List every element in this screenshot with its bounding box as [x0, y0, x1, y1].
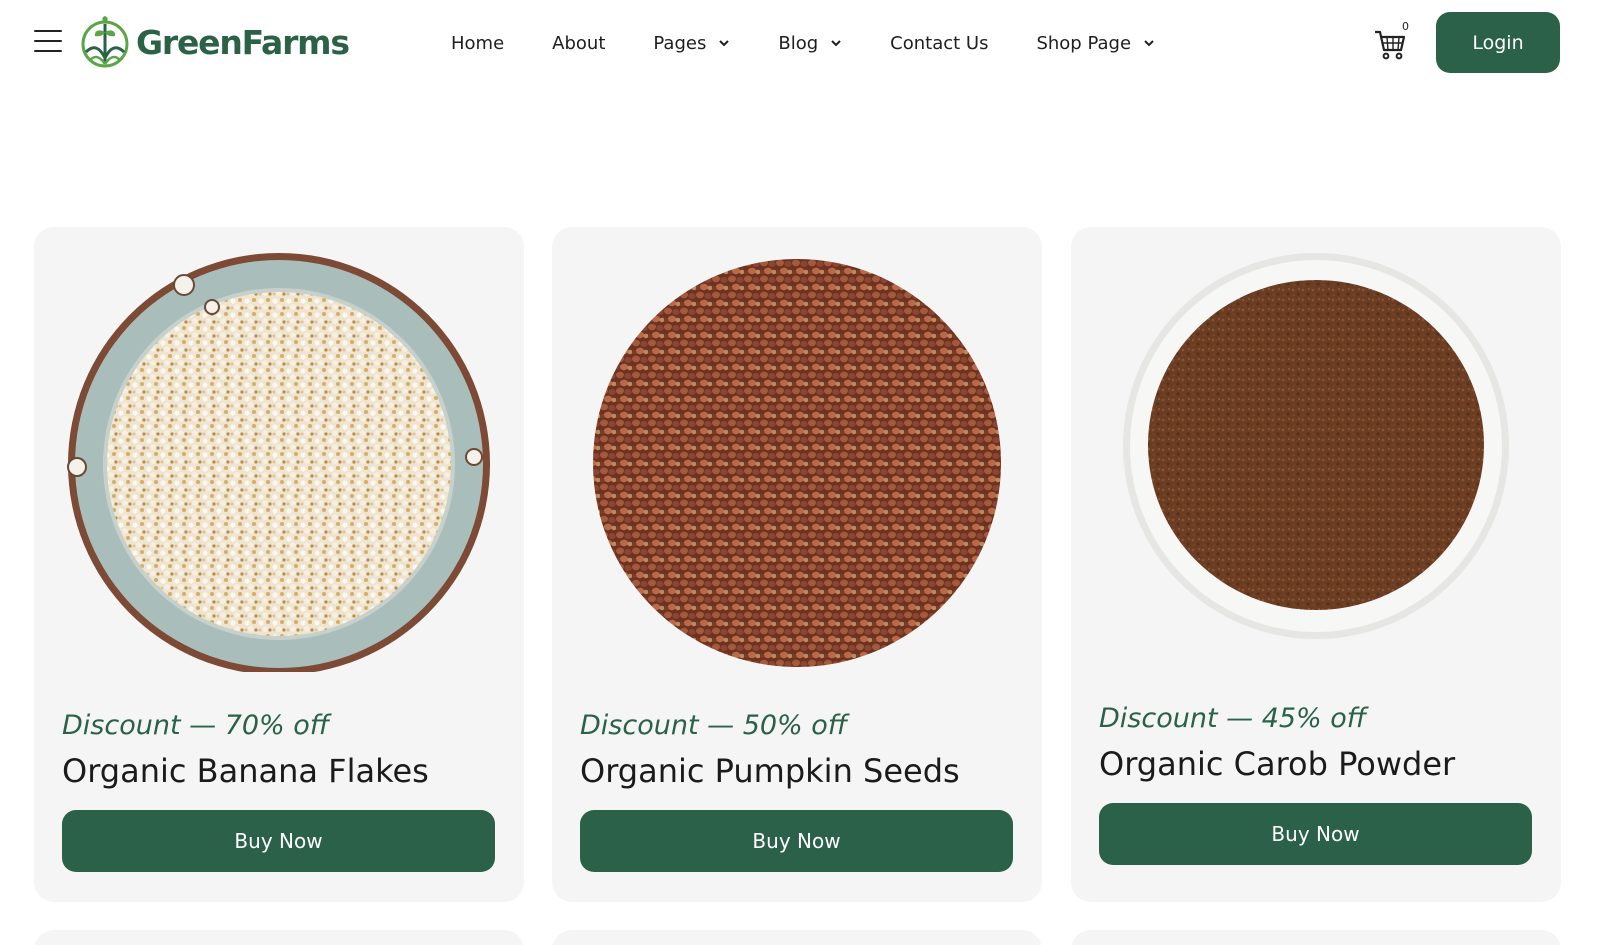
product-name: Organic Banana Flakes: [62, 752, 429, 790]
nav-home-label: Home: [451, 32, 505, 54]
discount-label: Discount — 50% off: [580, 710, 848, 741]
nav-contact-label: Contact Us: [890, 32, 989, 54]
chevron-down-icon: [719, 40, 730, 47]
cart-count-badge: 0: [1402, 20, 1409, 33]
nav-shop-label: Shop Page: [1036, 32, 1132, 54]
nav-contact[interactable]: Contact Us: [890, 33, 988, 54]
product-card: Discount — 45% off Organic Carob Powder …: [1071, 227, 1561, 902]
buy-now-button[interactable]: Buy Now: [580, 810, 1013, 872]
nav-home[interactable]: Home: [451, 33, 504, 54]
main-nav: Home About Pages Blog Contact Us Shop Pa…: [451, 28, 1203, 58]
nav-blog[interactable]: Blog: [778, 33, 842, 54]
site-header: GreenFarms Home About Pages Blog Contact…: [0, 0, 1600, 90]
nav-blog-label: Blog: [778, 32, 819, 54]
leaf-logo-icon: [81, 16, 129, 68]
buy-now-button[interactable]: Buy Now: [62, 810, 495, 872]
brand-name: GreenFarms: [136, 22, 350, 62]
product-image-carob-powder: [1123, 253, 1509, 639]
product-card-next-row: [1071, 930, 1561, 945]
nav-pages-label: Pages: [653, 32, 707, 54]
menu-icon[interactable]: [34, 30, 62, 54]
discount-label: Discount — 70% off: [62, 710, 330, 741]
product-card-next-row: [552, 930, 1042, 945]
nav-shop[interactable]: Shop Page: [1036, 33, 1155, 54]
discount-label: Discount — 45% off: [1099, 703, 1367, 734]
product-card: Discount — 50% off Organic Pumpkin Seeds…: [552, 227, 1042, 902]
login-button[interactable]: Login: [1436, 12, 1560, 73]
nav-about[interactable]: About: [552, 33, 605, 54]
brand-logo[interactable]: GreenFarms: [80, 14, 350, 70]
buy-now-button[interactable]: Buy Now: [1099, 803, 1532, 865]
product-name: Organic Pumpkin Seeds: [580, 752, 960, 790]
product-image-pumpkin-seeds: [593, 259, 1001, 667]
nav-pages[interactable]: Pages: [653, 33, 730, 54]
product-image-banana-flakes: [67, 253, 490, 672]
product-card: Discount — 70% off Organic Banana Flakes…: [34, 227, 524, 902]
chevron-down-icon: [1144, 40, 1154, 47]
nav-about-label: About: [552, 32, 606, 54]
chevron-down-icon: [831, 40, 841, 47]
product-card-next-row: [34, 930, 524, 945]
product-name: Organic Carob Powder: [1099, 745, 1456, 783]
